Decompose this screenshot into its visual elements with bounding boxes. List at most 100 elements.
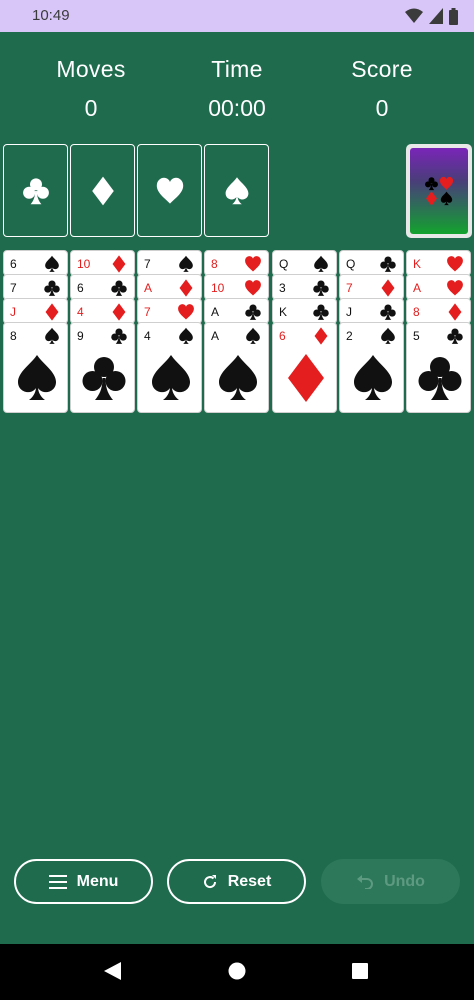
spades-icon xyxy=(222,176,252,206)
card-rank: A xyxy=(144,281,153,295)
score-value: 0 xyxy=(375,95,389,121)
undo-button[interactable]: Undo xyxy=(321,859,460,904)
diamonds-icon xyxy=(88,176,118,206)
card-rank: A xyxy=(211,329,220,343)
playing-card[interactable]: 7 xyxy=(137,298,202,324)
playing-card[interactable]: 7 xyxy=(339,274,404,300)
undo-icon xyxy=(357,874,373,889)
playing-card[interactable]: 10 xyxy=(70,250,135,276)
wifi-icon xyxy=(405,8,423,23)
foundation-diamonds[interactable] xyxy=(70,144,135,237)
menu-button[interactable]: Menu xyxy=(14,859,153,904)
playing-card[interactable]: A xyxy=(137,274,202,300)
playing-card[interactable]: Q xyxy=(339,250,404,276)
playing-card[interactable]: Q xyxy=(272,250,337,276)
card-rank: Q xyxy=(346,257,356,271)
playing-card[interactable]: 8 xyxy=(204,250,269,276)
clubs-icon xyxy=(79,349,129,407)
card-rank: 2 xyxy=(346,329,353,343)
clubs-icon xyxy=(21,176,51,206)
clubs-icon xyxy=(244,303,262,321)
card-rank: 7 xyxy=(144,305,151,319)
menu-label: Menu xyxy=(76,872,119,890)
card-rank: 10 xyxy=(77,257,91,271)
diamonds-icon xyxy=(446,303,464,321)
status-bar: 10:49 xyxy=(0,0,474,32)
moves-stat: Moves 0 xyxy=(21,56,161,122)
playing-card[interactable]: 8 xyxy=(406,298,471,324)
playing-card[interactable]: 8 xyxy=(3,322,68,413)
card-rank: 9 xyxy=(77,329,84,343)
playing-card[interactable]: K xyxy=(272,298,337,324)
playing-card[interactable]: A xyxy=(204,298,269,324)
diamonds-icon xyxy=(110,255,128,273)
card-rank: 8 xyxy=(211,257,218,271)
battery-icon xyxy=(449,7,458,25)
back-icon[interactable] xyxy=(104,962,121,980)
hamburger-icon xyxy=(48,874,67,889)
card-rank: 7 xyxy=(346,281,353,295)
card-back xyxy=(410,148,468,234)
playing-card[interactable]: 5 xyxy=(406,322,471,413)
spades-icon xyxy=(12,349,62,407)
spades-icon xyxy=(348,349,398,407)
card-rank: K xyxy=(279,305,288,319)
time-stat: Time 00:00 xyxy=(167,56,307,122)
playing-card[interactable]: 3 xyxy=(272,274,337,300)
clubs-icon xyxy=(43,279,61,297)
diamonds-icon xyxy=(281,349,331,407)
spades-icon xyxy=(146,349,196,407)
hearts-icon xyxy=(244,279,262,297)
reset-button[interactable]: Reset xyxy=(167,859,306,904)
time-label: Time xyxy=(211,56,263,82)
foundation-spades[interactable] xyxy=(204,144,269,237)
playing-card[interactable]: 4 xyxy=(137,322,202,413)
playing-card[interactable]: 6 xyxy=(70,274,135,300)
signal-icon xyxy=(429,8,443,24)
hearts-icon xyxy=(155,176,185,206)
playing-card[interactable]: 7 xyxy=(3,274,68,300)
spades-icon xyxy=(43,327,61,345)
card-rank: J xyxy=(10,305,16,319)
recents-icon[interactable] xyxy=(352,963,368,979)
clubs-icon xyxy=(379,303,397,321)
card-rank: 6 xyxy=(10,257,17,271)
reset-label: Reset xyxy=(227,872,272,890)
card-rank: 5 xyxy=(413,329,420,343)
stock-pile[interactable] xyxy=(406,144,472,238)
playing-card[interactable]: 9 xyxy=(70,322,135,413)
hearts-icon xyxy=(446,255,464,273)
diamonds-icon xyxy=(312,327,330,345)
diamonds-icon xyxy=(177,279,195,297)
playing-card[interactable]: J xyxy=(3,298,68,324)
foundation-hearts[interactable] xyxy=(137,144,202,237)
card-rank: 4 xyxy=(144,329,151,343)
card-rank: A xyxy=(413,281,422,295)
card-rank: 10 xyxy=(211,281,225,295)
playing-card[interactable]: 6 xyxy=(272,322,337,413)
home-icon[interactable] xyxy=(228,962,246,980)
playing-card[interactable]: J xyxy=(339,298,404,324)
playing-card[interactable]: 6 xyxy=(3,250,68,276)
playing-card[interactable]: A xyxy=(204,322,269,413)
playing-card[interactable]: 2 xyxy=(339,322,404,413)
spades-icon xyxy=(177,255,195,273)
spades-icon xyxy=(379,327,397,345)
foundation-clubs[interactable] xyxy=(3,144,68,237)
card-rank: Q xyxy=(279,257,289,271)
status-time: 10:49 xyxy=(32,7,70,24)
playing-card[interactable]: K xyxy=(406,250,471,276)
playing-card[interactable]: 4 xyxy=(70,298,135,324)
spades-icon xyxy=(213,349,263,407)
clubs-icon xyxy=(110,327,128,345)
card-rank: 4 xyxy=(77,305,84,319)
score-label: Score xyxy=(351,56,413,82)
card-rank: 6 xyxy=(77,281,84,295)
playing-card[interactable]: 7 xyxy=(137,250,202,276)
playing-card[interactable]: A xyxy=(406,274,471,300)
playing-card[interactable]: 10 xyxy=(204,274,269,300)
clubs-icon xyxy=(312,279,330,297)
clubs-icon xyxy=(110,279,128,297)
diamonds-icon xyxy=(110,303,128,321)
diamonds-icon xyxy=(379,279,397,297)
